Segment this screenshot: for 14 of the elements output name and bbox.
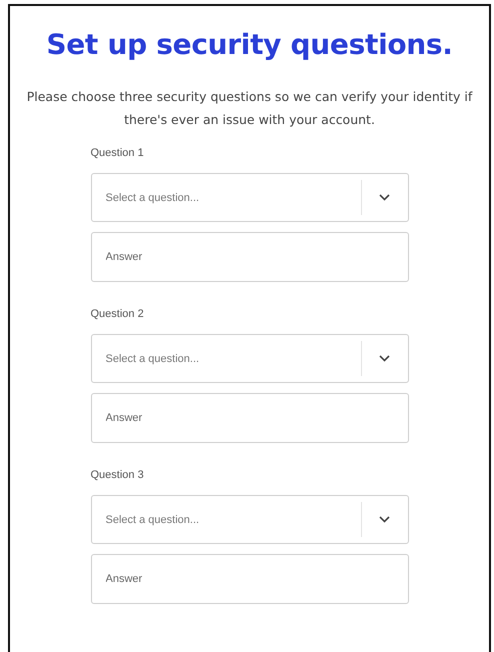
answer-field[interactable]: Answer xyxy=(90,393,408,443)
intro-text: Please choose three security questions so we can verify your identity if there's ever an issue with your account. xyxy=(26,88,474,129)
question-label: Question 2 xyxy=(90,308,144,320)
answer-field[interactable]: Answer xyxy=(90,232,408,282)
answer-field[interactable]: Answer xyxy=(90,554,408,604)
question-select[interactable]: Select a question... xyxy=(90,334,408,383)
chevron-down-icon xyxy=(379,516,390,523)
question-label: Question 1 xyxy=(90,147,144,159)
question-select[interactable]: Select a question... xyxy=(90,173,408,222)
chevron-down-icon xyxy=(379,194,390,201)
chevron-down-icon xyxy=(379,355,390,362)
page-title: Set up security questions. xyxy=(46,28,453,61)
question-label: Question 3 xyxy=(90,469,144,481)
question-select[interactable]: Select a question... xyxy=(90,495,408,544)
